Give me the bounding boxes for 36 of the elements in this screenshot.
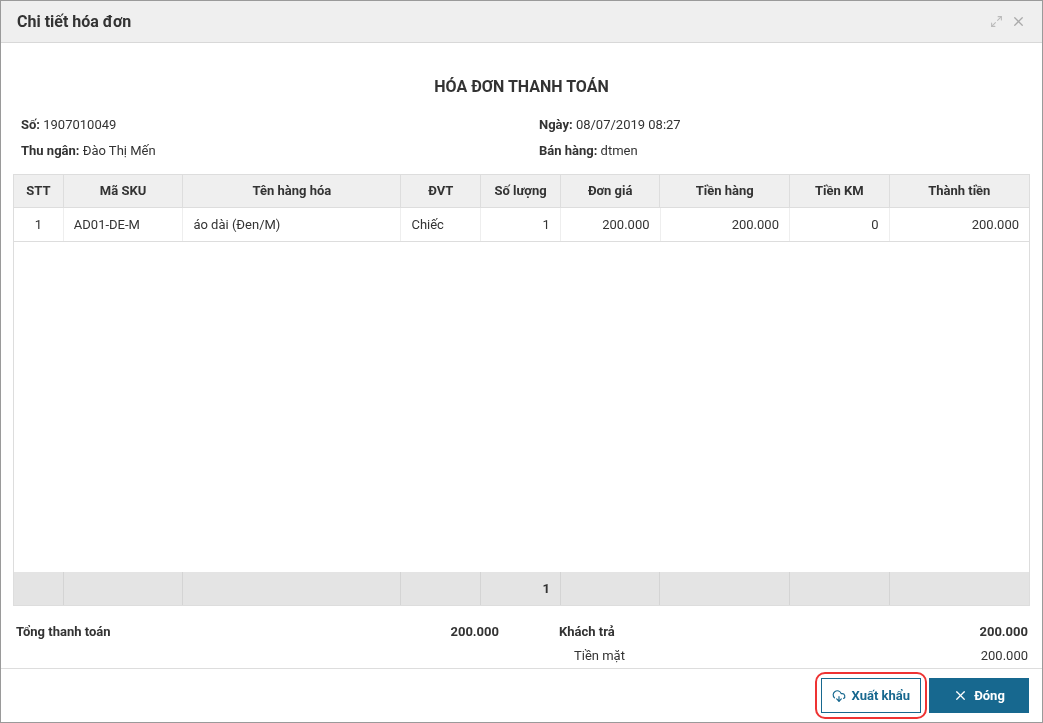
close-button[interactable]: Đóng [929,678,1029,713]
column-header: Mã SKU [63,175,184,207]
table-cell: Chiếc [401,208,482,241]
maximize-icon[interactable] [990,15,1003,28]
column-header: Đơn giá [560,175,661,207]
payment-method-value: 200.000 [980,646,1028,665]
info-text: Bán hàng: dtmen [539,141,639,160]
column-header: Tiền hàng [660,175,790,207]
table-cell: AD01-DE-M [63,208,184,241]
table-cell-text: 200.000 [970,215,1020,234]
column-header: Tên hàng hóa [183,175,402,207]
info-text: Thu ngân: Đào Thị Mến [21,141,157,160]
table-cell: 200.000 [560,208,661,241]
export-button[interactable]: Xuất khẩu [820,678,921,713]
table-cell: 1 [14,208,64,241]
table-cell: áo dài (Đen/M) [183,208,402,241]
column-header: Tiền KM [789,175,890,207]
column-header: ĐVT [401,175,482,207]
table-cell: 200.000 [660,208,790,241]
table-cell: 0 [789,208,890,241]
paid-value: 200.000 [979,623,1028,641]
column-header: Thành tiền [927,182,992,201]
info-text: Số: 1907010049 [21,116,118,134]
total-value: 200.000 [450,623,499,641]
invoice-heading: HÓA ĐƠN THANH TOÁN [434,76,609,98]
close-icon[interactable] [1011,14,1026,29]
column-header: STT [14,175,64,207]
paid-label: Khách trả [559,623,615,641]
payment-method-label: Tiền mặt [573,646,625,665]
total-label: Tổng thanh toán [16,623,111,641]
cloud-download-icon [831,688,846,703]
window-title: Chi tiết hóa đơn [17,10,132,33]
table-cell: 1 [481,208,561,241]
column-header: Số lượng [481,175,561,207]
info-text: Ngày: 08/07/2019 08:27 [539,116,681,134]
quantity-total: 1 [481,572,561,605]
